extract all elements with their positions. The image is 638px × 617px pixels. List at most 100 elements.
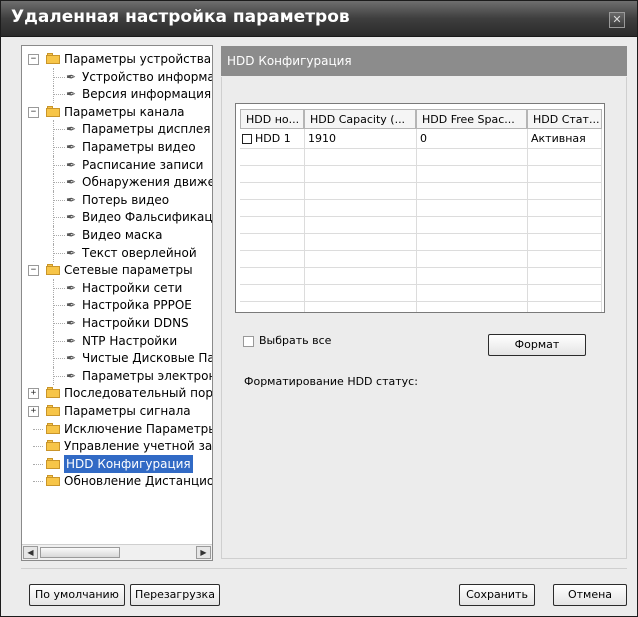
grid-line (416, 129, 417, 312)
expand-plus-icon[interactable]: + (28, 406, 39, 417)
tree-connector (53, 147, 65, 148)
wrench-icon: ✒ (66, 281, 77, 295)
tree-item[interactable]: ✒ Параметры видео (22, 138, 212, 156)
grid-line (240, 182, 602, 183)
tree-item[interactable]: ✒ Параметры электрони (22, 367, 212, 385)
save-button[interactable]: Сохранить (459, 584, 535, 606)
tree-item[interactable]: − Сетевые параметры (22, 261, 212, 279)
folder-icon (46, 440, 60, 451)
tree-item-label: HDD Конфигурация (64, 455, 193, 473)
column-header-hdd-number[interactable]: HDD но... (240, 109, 304, 129)
tree-item-label: Обнаружения движен (82, 175, 213, 189)
tree-item-label: Управление учетной запи (64, 439, 213, 453)
column-header-hdd-free-space[interactable]: HDD Free Spac... (416, 109, 527, 129)
tree-item[interactable]: ✒ Версия информация (22, 85, 212, 103)
tree-connector (53, 235, 65, 236)
tree-item-label: Исключение Параметры (64, 422, 213, 436)
collapse-minus-icon[interactable]: − (28, 54, 39, 65)
tree-item[interactable]: + Последовательный порт (22, 384, 212, 402)
expand-plus-icon[interactable]: + (28, 388, 39, 399)
tree-connector (53, 129, 65, 130)
tree-item[interactable]: ✒ Чистые Дисковые Пар (22, 349, 212, 367)
title-bar[interactable]: Удаленная настройка параметров ✕ (1, 1, 637, 37)
tree-item[interactable]: ✒ Настройки DDNS (22, 314, 212, 332)
wrench-icon: ✒ (66, 122, 77, 136)
tree-connector (53, 358, 65, 359)
tree-connector (33, 464, 43, 465)
cell-hdd-free: 0 (420, 132, 427, 145)
footer-separator (21, 568, 627, 569)
tree-item[interactable]: ✒ Обнаружения движен (22, 173, 212, 191)
scroll-left-arrow-icon[interactable]: ◀ (23, 546, 38, 559)
cell-hdd-status: Активная (531, 132, 586, 145)
tree-item[interactable]: HDD Конфигурация (22, 455, 212, 473)
tree-item-label: Версия информация (82, 87, 212, 101)
tree-item[interactable]: ✒ Настройка PPPOE (22, 296, 212, 314)
tree-item-label: Сетевые параметры (64, 263, 193, 277)
scroll-right-arrow-icon[interactable]: ▶ (196, 546, 211, 559)
tree-item-label: Расписание записи (82, 158, 204, 172)
row-checkbox[interactable] (242, 134, 252, 144)
column-header-hdd-capacity[interactable]: HDD Capacity (... (304, 109, 416, 129)
grid-line (527, 129, 528, 312)
content-header-title: HDD Конфигурация (227, 54, 352, 68)
grid-line (304, 129, 305, 312)
horizontal-scrollbar[interactable]: ◀ ▶ (22, 544, 212, 560)
tree-item[interactable]: ✒ Устройство информац (22, 68, 212, 86)
tree-item-label: Параметры видео (82, 140, 196, 154)
cell-hdd-number: HDD 1 (255, 132, 291, 145)
settings-tree-panel: − Параметры устройства ✒ Устройство информа… (21, 45, 213, 561)
tree-connector (53, 288, 65, 289)
wrench-icon: ✒ (66, 334, 77, 348)
tree-item[interactable]: ✒ Видео маска (22, 226, 212, 244)
format-status-label: Форматирование HDD статус: (244, 375, 418, 388)
tree-item[interactable]: − Параметры канала (22, 103, 212, 121)
folder-icon (46, 475, 60, 486)
tree-connector (53, 165, 65, 166)
tree-item-label: Чистые Дисковые Пар (82, 351, 213, 365)
tree-item[interactable]: ✒ Параметры дисплея (22, 120, 212, 138)
folder-icon (46, 106, 60, 117)
tree-item[interactable]: ✒ Настройки сети (22, 279, 212, 297)
default-button[interactable]: По умолчанию (29, 584, 125, 606)
select-all-checkbox[interactable] (243, 336, 254, 347)
tree-connector (53, 323, 65, 324)
tree-item-label: Текст оверлейной (82, 246, 197, 260)
reboot-button[interactable]: Перезагрузка (130, 584, 220, 606)
collapse-minus-icon[interactable]: − (28, 265, 39, 276)
remote-settings-window: Удаленная настройка параметров ✕ − Параме… (0, 0, 638, 617)
folder-icon (46, 387, 60, 398)
tree-item[interactable]: − Параметры устройства (22, 50, 212, 68)
collapse-minus-icon[interactable]: − (28, 107, 39, 118)
tree-item[interactable]: Обновление Дистанцион (22, 472, 212, 490)
tree-connector (33, 429, 43, 430)
wrench-icon: ✒ (66, 140, 77, 154)
tree-item[interactable]: ✒ Видео Фальсификаци (22, 208, 212, 226)
tree-item[interactable]: + Параметры сигнала (22, 402, 212, 420)
wrench-icon: ✒ (66, 246, 77, 260)
folder-icon (46, 53, 60, 64)
tree-item-label: NTP Настройки (82, 334, 178, 348)
close-button[interactable]: ✕ (609, 12, 625, 28)
format-button[interactable]: Формат (488, 334, 586, 356)
tree-item[interactable]: ✒ NTP Настройки (22, 332, 212, 350)
tree-connector (53, 200, 65, 201)
cell-hdd-capacity: 1910 (308, 132, 336, 145)
tree-item[interactable]: Исключение Параметры (22, 420, 212, 438)
tree-item-label: Последовательный порт (64, 386, 213, 400)
tree-item[interactable]: ✒ Расписание записи (22, 156, 212, 174)
tree-connector (53, 341, 65, 342)
grid-line (240, 284, 602, 285)
cancel-button[interactable]: Отмена (553, 584, 627, 606)
tree-item-label: Обновление Дистанцион (64, 474, 213, 488)
tree-item[interactable]: ✒ Потерь видео (22, 191, 212, 209)
tree-item[interactable]: ✒ Текст оверлейной (22, 244, 212, 262)
tree-item-label: Параметры дисплея (82, 122, 211, 136)
column-header-hdd-status[interactable]: HDD Стат... (527, 109, 602, 129)
tree-item-label: Видео маска (82, 228, 163, 242)
content-header: HDD Конфигурация (221, 46, 627, 76)
tree-item[interactable]: Управление учетной запи (22, 437, 212, 455)
tree-item-label: Устройство информац (82, 70, 213, 84)
scroll-thumb[interactable] (40, 547, 120, 558)
tree-item-label: Потерь видео (82, 193, 170, 207)
